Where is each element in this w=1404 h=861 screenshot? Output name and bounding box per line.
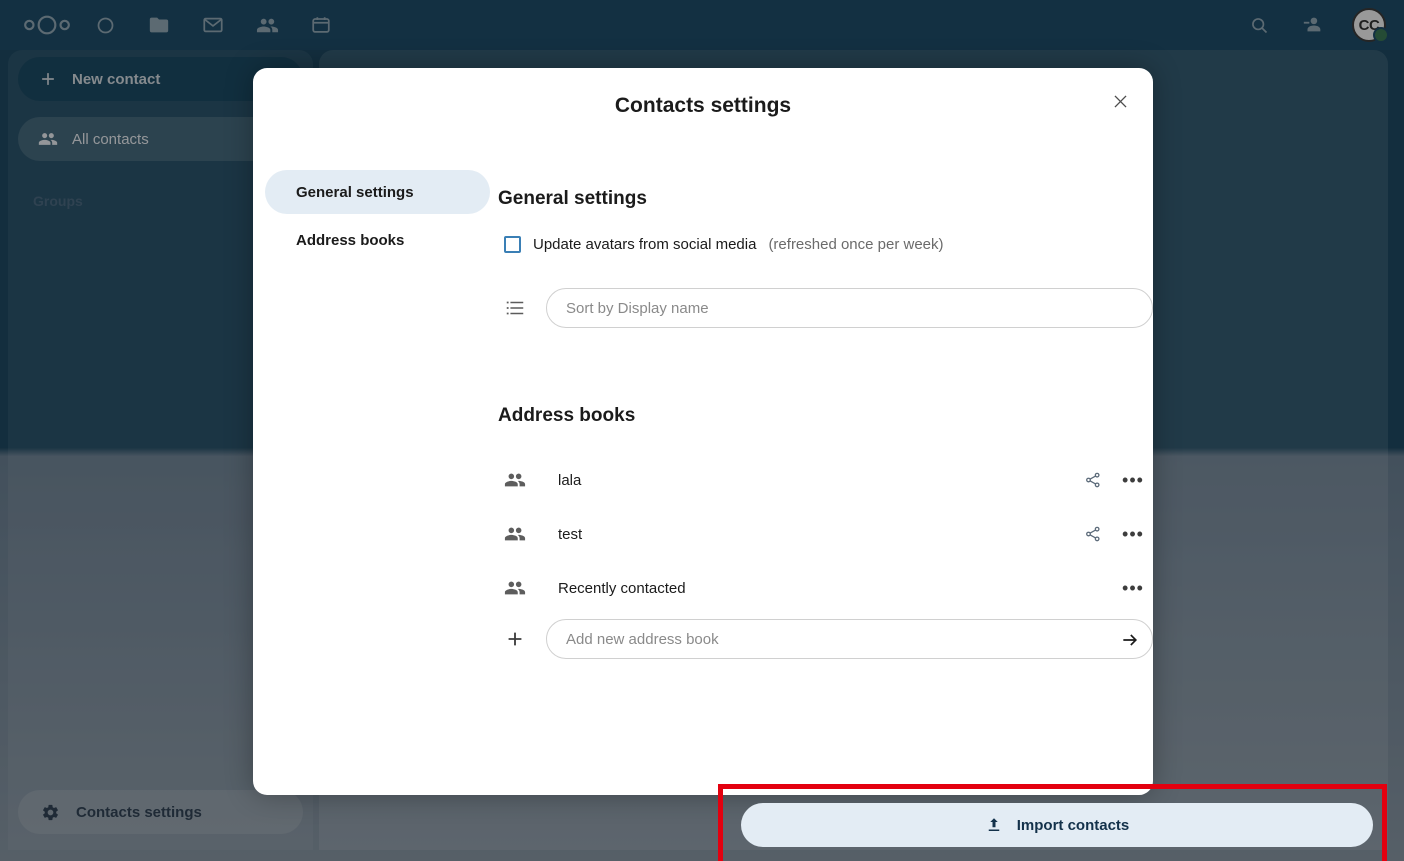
add-address-book-placeholder: Add new address book [566,631,719,648]
general-settings-section: General settings Update avatars from soc… [498,188,1153,328]
update-avatars-row[interactable]: Update avatars from social media (refres… [504,236,1153,253]
update-avatars-hint: (refreshed once per week) [768,236,943,253]
address-book-row[interactable]: Recently contacted ••• [498,561,1153,615]
add-address-book-row: Add new address book [504,619,1153,659]
sort-by-select[interactable]: Sort by Display name [546,288,1153,328]
address-book-actions-menu[interactable]: ••• [1113,460,1153,500]
address-book-name: lala [558,472,1073,489]
close-icon[interactable] [1099,80,1141,122]
modal-navigation: General settings Address books [265,170,490,262]
modal-nav-label: General settings [296,184,414,201]
address-books-heading: Address books [498,405,1153,427]
arrow-right-icon[interactable] [1114,624,1146,656]
add-address-book-input-wrapper[interactable]: Add new address book [546,619,1153,659]
sort-row: Sort by Display name [504,288,1153,328]
address-book-name: test [558,526,1073,543]
modal-nav-address-books[interactable]: Address books [265,218,490,262]
contacts-settings-modal: Contacts settings General settings Addre… [253,68,1153,795]
share-icon[interactable] [1073,460,1113,500]
update-avatars-label: Update avatars from social media [533,236,756,253]
modal-nav-label: Address books [296,232,404,249]
import-contacts-label: Import contacts [1017,817,1130,834]
upload-icon [985,816,1003,834]
sort-list-icon [504,297,526,319]
sort-by-value: Sort by Display name [566,300,709,317]
import-contacts-button[interactable]: Import contacts [741,803,1373,847]
address-book-row[interactable]: lala ••• [498,453,1153,507]
general-settings-heading: General settings [498,188,1153,210]
update-avatars-checkbox[interactable] [504,236,521,253]
modal-title: Contacts settings [253,94,1153,118]
address-book-icon [504,469,526,491]
share-icon[interactable] [1073,514,1113,554]
address-books-section: Address books lala ••• test [498,405,1153,659]
application-window: New contact All contacts Groups Contacts… [0,0,1404,861]
address-book-actions-menu[interactable]: ••• [1113,568,1153,608]
address-book-icon [504,523,526,545]
address-book-icon [504,577,526,599]
address-book-actions-menu[interactable]: ••• [1113,514,1153,554]
address-book-name: Recently contacted [558,580,1113,597]
address-book-row[interactable]: test ••• [498,507,1153,561]
plus-icon [504,628,526,650]
modal-nav-general-settings[interactable]: General settings [265,170,490,214]
